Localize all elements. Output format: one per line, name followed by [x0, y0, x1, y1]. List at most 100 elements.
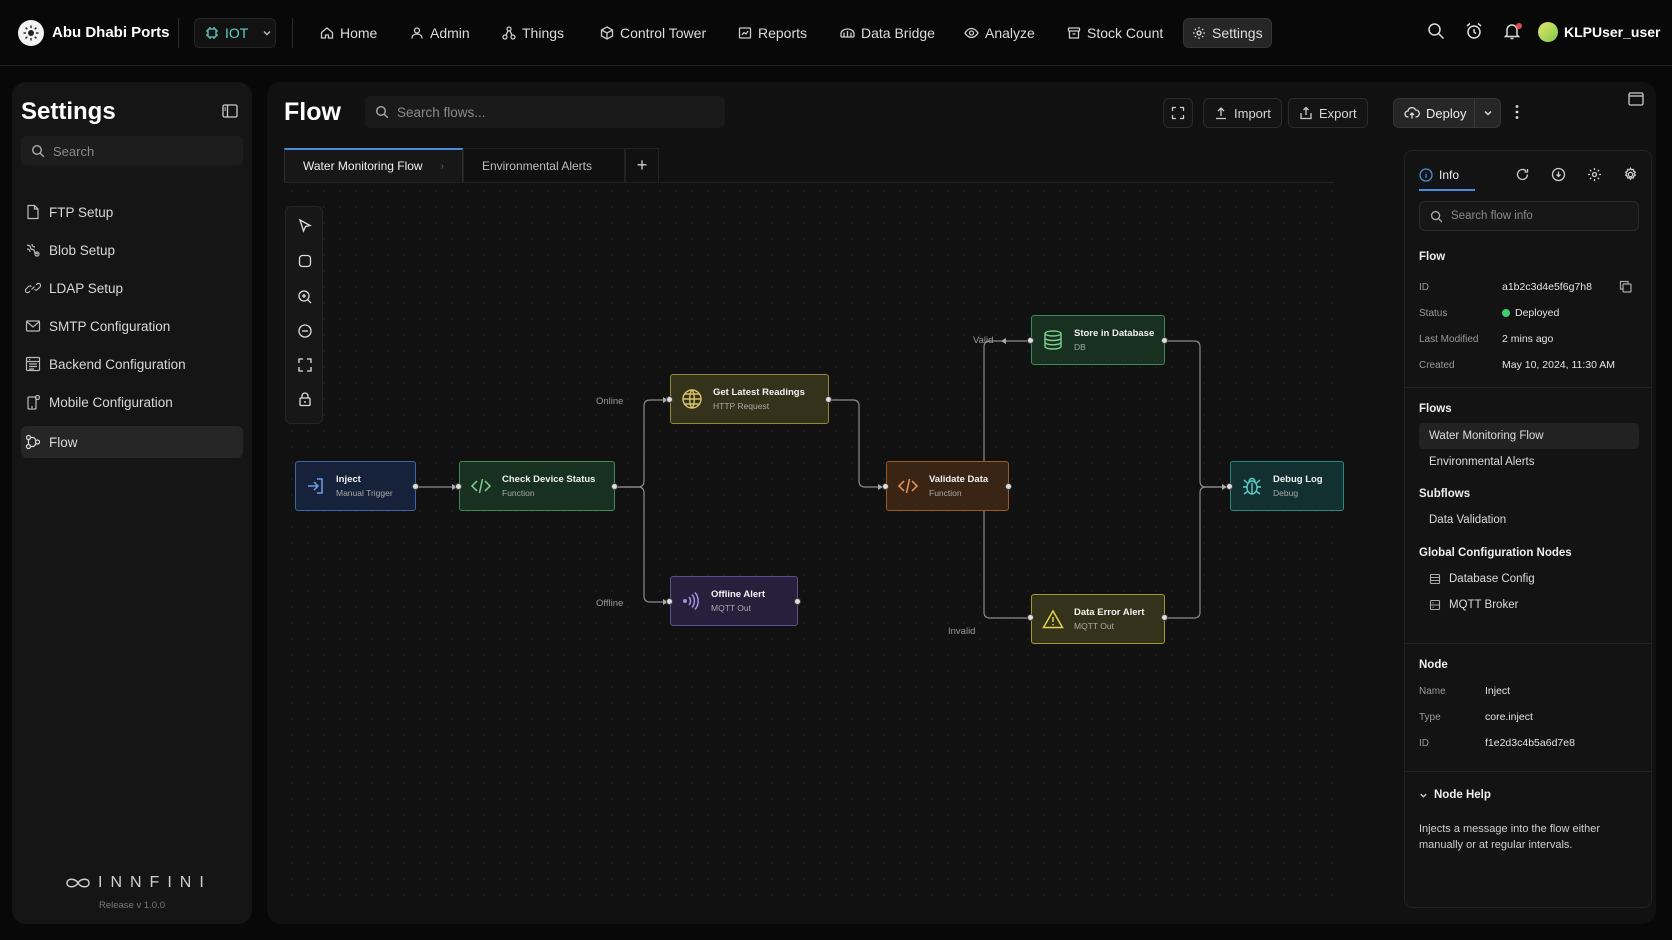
node-subtitle: MQTT Out [711, 603, 751, 613]
node-subtitle: DB [1074, 342, 1086, 352]
database-icon [1429, 573, 1441, 585]
global-item-mqtt-broker[interactable]: MQTT Broker [1419, 592, 1639, 618]
flow-created-label: Created [1419, 360, 1455, 371]
search-icon [1430, 210, 1443, 223]
node-name-value: Inject [1485, 685, 1511, 697]
output-port[interactable] [1005, 483, 1012, 490]
input-port[interactable] [1027, 337, 1034, 344]
info-panel: Info Search flow info Flow ID a1b2c3d4e5… [1404, 150, 1652, 908]
flow-id-label: ID [1419, 282, 1429, 293]
flows-item-water-monitoring-flow[interactable]: Water Monitoring Flow [1419, 423, 1639, 449]
tab-settings[interactable] [1623, 167, 1638, 182]
node-title: Debug Log [1273, 474, 1323, 485]
node-id-value: f1e2d3c4b5a6d7e8 [1485, 737, 1575, 749]
flow-modified-value: 2 mins ago [1502, 333, 1554, 345]
globe-icon [681, 388, 703, 410]
tab-refresh[interactable] [1515, 167, 1530, 182]
node-title: Check Device Status [502, 474, 596, 485]
wire-label-online: Online [596, 396, 624, 407]
node-title: Store in Database [1074, 328, 1155, 339]
refresh-icon [1516, 168, 1529, 181]
node-type-label: Type [1419, 712, 1441, 723]
node-help-toggle[interactable]: Node Help [1419, 789, 1491, 801]
info-icon [1419, 168, 1433, 182]
node-subtitle: Debug [1273, 488, 1299, 498]
node-get-latest-readings[interactable]: Get Latest Readings HTTP Request [670, 374, 829, 424]
output-port[interactable] [412, 483, 419, 490]
node-subtitle: HTTP Request [713, 401, 770, 411]
output-port[interactable] [1161, 614, 1168, 621]
wire-readings-validate [829, 399, 884, 488]
copy-icon[interactable] [1619, 280, 1632, 293]
node-data-error-alert[interactable]: Data Error Alert MQTT Out [1031, 594, 1165, 644]
tab-label: Info [1439, 168, 1460, 182]
section-node-heading: Node [1419, 659, 1448, 671]
node-title: Validate Data [929, 474, 989, 485]
flow-id-value: a1b2c3d4e5f6g7h8 [1502, 281, 1592, 293]
node-id-label: ID [1419, 738, 1429, 749]
node-subtitle: Manual Trigger [336, 488, 393, 498]
list-item-label: Environmental Alerts [1429, 456, 1535, 468]
wire-label-offline: Offline [596, 598, 624, 609]
tab-config[interactable] [1587, 167, 1602, 182]
flow-info-search-placeholder: Search flow info [1451, 210, 1533, 222]
flow-status-label: Status [1419, 308, 1448, 319]
input-port[interactable] [455, 483, 462, 490]
node-store-in-database[interactable]: Store in Database DB [1031, 315, 1165, 365]
node-subtitle: Function [502, 488, 535, 498]
gear-icon [1588, 168, 1601, 181]
node-help-heading: Node Help [1434, 789, 1491, 801]
node-offline-alert[interactable]: Offline Alert MQTT Out [670, 576, 798, 626]
tab-info[interactable]: Info [1419, 161, 1475, 191]
broadcast-icon [681, 591, 701, 611]
flows-item-environmental-alerts[interactable]: Environmental Alerts [1419, 449, 1639, 475]
wire-label-valid: Valid [973, 335, 994, 346]
input-port[interactable] [1027, 614, 1034, 621]
clock-download-icon [1551, 167, 1566, 182]
tab-history[interactable] [1551, 167, 1566, 182]
output-port[interactable] [825, 396, 832, 403]
node-title: Inject [336, 474, 361, 485]
section-flow-heading: Flow [1419, 251, 1446, 263]
node-debug-log[interactable]: Debug Log Debug [1230, 461, 1344, 511]
settings-icon [1624, 167, 1637, 181]
arrowhead [1001, 338, 1006, 344]
flow-status: Deployed [1502, 307, 1559, 319]
input-port[interactable] [1226, 483, 1233, 490]
node-help-text: Injects a message into the flow either m… [1419, 823, 1600, 851]
code-icon [470, 476, 492, 496]
output-port[interactable] [1161, 337, 1168, 344]
output-port[interactable] [611, 483, 618, 490]
wire-label-invalid: Invalid [948, 626, 976, 637]
bug-icon [1241, 475, 1263, 497]
flow-modified-label: Last Modified [1419, 334, 1479, 345]
node-inject[interactable]: Inject Manual Trigger [295, 461, 416, 511]
wire-check-readings [616, 399, 669, 488]
node-validate-data[interactable]: Validate Data Function [886, 461, 1009, 511]
node-title: Offline Alert [711, 589, 766, 600]
node-check-device-status[interactable]: Check Device Status Function [459, 461, 615, 511]
input-port[interactable] [882, 483, 889, 490]
node-subtitle: Function [929, 488, 962, 498]
list-item-label: Data Validation [1429, 514, 1507, 526]
node-name-label: Name [1419, 686, 1446, 697]
input-port[interactable] [666, 598, 673, 605]
node-subtitle: MQTT Out [1074, 621, 1114, 631]
chevron-down-icon [1419, 791, 1428, 800]
server-icon [1429, 599, 1441, 611]
flow-info-search-input[interactable]: Search flow info [1419, 201, 1639, 231]
input-port[interactable] [666, 396, 673, 403]
login-arrow-icon [306, 476, 326, 496]
divider [1405, 387, 1651, 388]
subflows-item-data-validation[interactable]: Data Validation [1419, 507, 1639, 533]
divider [1405, 771, 1651, 772]
section-global-config-heading: Global Configuration Nodes [1419, 547, 1572, 559]
output-port[interactable] [794, 598, 801, 605]
list-item-label: Database Config [1449, 573, 1535, 585]
warning-icon [1042, 609, 1064, 629]
global-item-database-config[interactable]: Database Config [1419, 566, 1639, 592]
code-icon [897, 476, 919, 496]
section-flows-heading: Flows [1419, 403, 1452, 415]
divider [1405, 643, 1651, 644]
wire-store-debug [1165, 340, 1228, 488]
